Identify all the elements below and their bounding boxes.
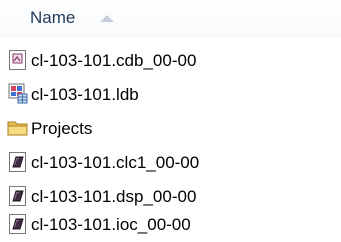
binary-file-icon: [7, 213, 29, 235]
file-row[interactable]: cl-103-101.ioc_00-00: [0, 208, 341, 242]
file-name: cl-103-101.ldb: [31, 85, 139, 104]
generic-file-icon: [7, 49, 29, 71]
file-name: cl-103-101.ioc_00-00: [31, 215, 191, 234]
folder-name: Projects: [31, 119, 93, 138]
database-file-icon: [7, 83, 29, 105]
file-name: cl-103-101.clc1_00-00: [31, 153, 200, 172]
sort-ascending-icon: [100, 15, 114, 22]
file-row[interactable]: cl-103-101.clc1_00-00: [0, 146, 341, 180]
column-header-label: Name: [30, 8, 76, 27]
file-name: cl-103-101.dsp_00-00: [31, 187, 197, 206]
file-row[interactable]: cl-103-101.cdb_00-00: [0, 44, 341, 78]
folder-icon: [7, 117, 29, 139]
binary-file-icon: [7, 151, 29, 173]
folder-row[interactable]: Projects: [0, 112, 341, 146]
binary-file-icon: [7, 185, 29, 207]
file-name: cl-103-101.cdb_00-00: [31, 51, 197, 70]
column-header-name[interactable]: Name: [0, 0, 341, 38]
file-row[interactable]: cl-103-101.ldb: [0, 78, 341, 112]
